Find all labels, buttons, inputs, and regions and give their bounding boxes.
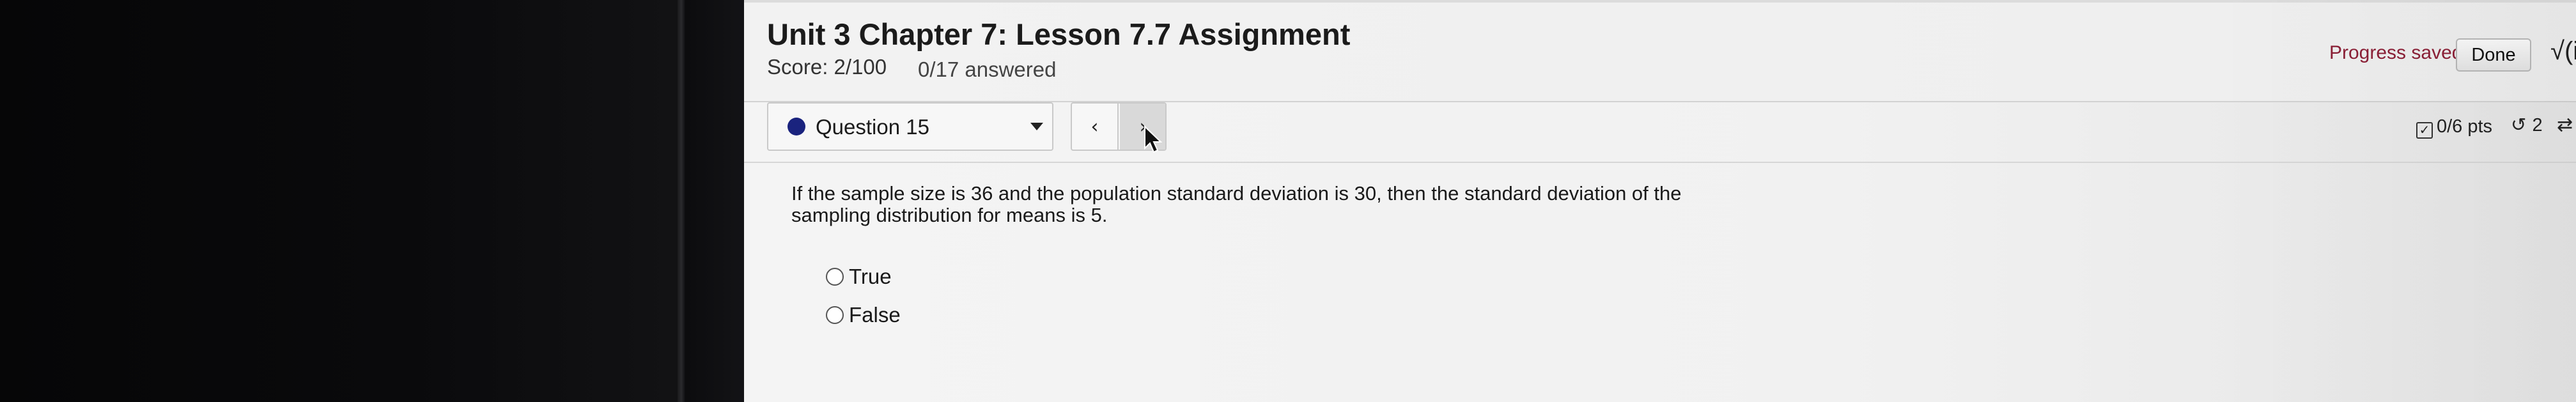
chevron-down-icon xyxy=(1030,123,1043,130)
checkbox-icon: ✓ xyxy=(2416,122,2433,139)
monitor-bezel-edge xyxy=(678,0,685,402)
question-status-dot xyxy=(788,118,805,135)
question-selector[interactable]: Question 15 xyxy=(767,102,1053,151)
radio-false[interactable] xyxy=(826,306,844,324)
question-selector-label: Question 15 xyxy=(816,115,929,139)
done-button[interactable]: Done xyxy=(2456,38,2531,72)
points-value: 0/6 pts xyxy=(2437,116,2493,137)
retry-count: 2 xyxy=(2532,115,2543,135)
score-text: Score: 2/100 xyxy=(767,55,887,79)
browser-screen: Unit 3 Chapter 7: Lesson 7.7 Assignment … xyxy=(744,0,2576,402)
progress-saved-status: Progress saved xyxy=(2329,42,2463,63)
toolbar-divider xyxy=(744,162,2576,163)
monitor-bezel xyxy=(685,0,744,402)
mouse-cursor-icon xyxy=(1144,125,1163,153)
option-true[interactable]: True xyxy=(826,265,892,290)
answered-count: 0/17 answered xyxy=(918,58,1057,81)
option-false[interactable]: False xyxy=(826,303,901,329)
header-divider xyxy=(744,0,2576,3)
similar-question-icon[interactable]: ⇄ xyxy=(2557,114,2573,136)
desk-background xyxy=(0,0,678,402)
radio-true[interactable] xyxy=(826,268,844,286)
previous-question-button[interactable]: ‹ xyxy=(1072,104,1119,150)
option-false-label: False xyxy=(849,303,901,327)
page-title: Unit 3 Chapter 7: Lesson 7.7 Assignment xyxy=(767,17,1351,51)
retry-display[interactable]: ↺ 2 xyxy=(2511,114,2543,136)
option-true-label: True xyxy=(849,265,892,288)
question-prompt: If the sample size is 36 and the populat… xyxy=(791,182,1682,226)
points-display: ✓ 0/6 pts xyxy=(2416,116,2492,139)
math-tool-icon[interactable]: √(i xyxy=(2550,37,2576,66)
assignment-header: Unit 3 Chapter 7: Lesson 7.7 Assignment … xyxy=(744,0,2576,102)
question-toolbar: Question 15 ‹ › ✓ 0/6 pts ↺ 2 ⇄ xyxy=(744,102,2576,155)
retry-icon: ↺ xyxy=(2511,114,2527,135)
